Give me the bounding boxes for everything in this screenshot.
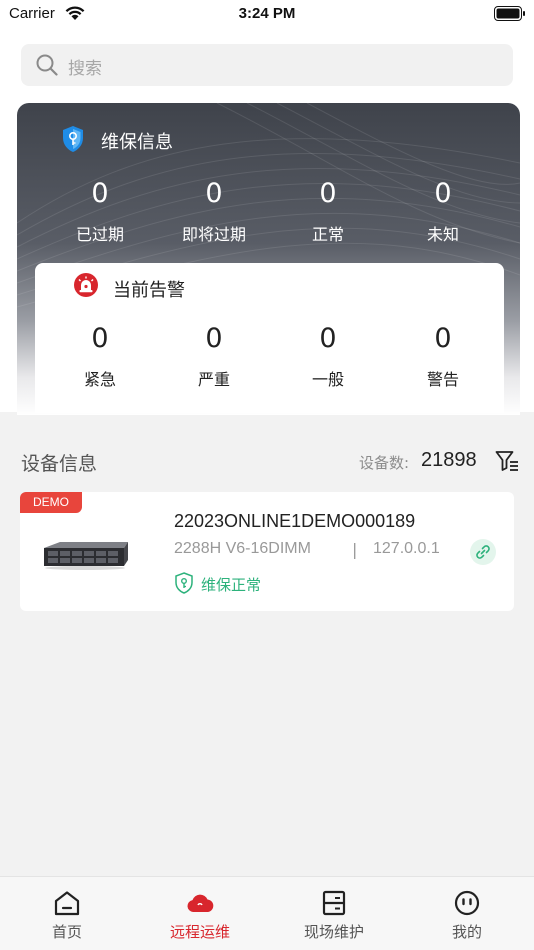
clock: 3:24 PM [238,5,296,22]
stat-label: 即将过期 [181,225,246,244]
nav-onsite[interactable]: 现场维护 [267,877,401,950]
stat-value: 0 [91,178,109,209]
stat-label: 一般 [311,370,344,389]
search-icon [36,54,58,76]
alarm-stat-warning[interactable]: 0 警告 [393,324,493,390]
server-rack-icon [322,890,346,916]
warranty-status: 维保正常 [201,576,262,594]
device-count-value: 21898 [421,449,477,471]
nav-profile[interactable]: 我的 [400,877,534,950]
stat-value: 0 [205,323,223,354]
device-ip: 127.0.0.1 [373,540,440,557]
alarm-card: 当前告警 0 紧急 0 严重 0 一般 0 警告 [35,263,504,413]
alarm-stat-major[interactable]: 0 严重 [164,324,264,390]
device-card[interactable]: DEMO 22023ONLINE1DEMO000189 2288H V6-16D… [20,492,514,611]
device-section-title: 设备信息 [21,453,98,475]
search-bar[interactable]: 搜索 [21,44,513,86]
warranty-stat-expiring[interactable]: 0 即将过期 [164,179,264,245]
bottom-nav: 首页 远程运维 现场维护 我的 [0,876,534,950]
battery-icon [494,6,525,21]
device-name: 22023ONLINE1DEMO000189 [174,511,416,531]
warranty-stat-normal[interactable]: 0 正常 [278,179,378,245]
stat-label: 警告 [426,370,459,389]
alarm-title: 当前告警 [113,280,185,301]
cloud-icon [187,894,214,912]
search-input[interactable]: 搜索 [68,54,102,79]
status-bar: Carrier 3:24 PM [0,0,534,30]
warranty-stat-unknown[interactable]: 0 未知 [393,179,493,245]
shield-check-icon [175,572,193,594]
face-icon [454,890,480,916]
device-separator: | [352,540,358,559]
shield-icon [63,126,83,152]
nav-label: 远程运维 [169,923,230,941]
alarm-siren-icon [74,273,98,297]
device-model: 2288H V6-16DIMM [174,540,311,557]
nav-label: 首页 [51,923,82,941]
nav-home[interactable]: 首页 [0,877,134,950]
link-button[interactable] [470,539,496,565]
nav-remote-ops[interactable]: 远程运维 [133,877,267,950]
stat-label: 紧急 [83,370,116,389]
filter-icon[interactable] [495,450,519,472]
demo-badge: DEMO [20,492,82,513]
link-icon [476,545,490,559]
stat-value: 0 [319,323,337,354]
stat-value: 0 [434,323,452,354]
stat-value: 0 [434,178,452,209]
stat-label: 正常 [311,225,344,244]
device-count-label: 设备数: [359,454,410,472]
stat-value: 0 [205,178,223,209]
stat-value: 0 [319,178,337,209]
server-image [44,542,128,570]
alarm-stat-minor[interactable]: 0 一般 [278,324,378,390]
warranty-stat-expired[interactable]: 0 已过期 [50,179,150,245]
stat-value: 0 [91,323,109,354]
stat-label: 已过期 [75,225,124,244]
nav-label: 现场维护 [303,923,364,941]
stat-label: 未知 [426,225,459,244]
stat-label: 严重 [197,370,230,389]
nav-label: 我的 [451,923,482,941]
warranty-title: 维保信息 [101,132,173,153]
home-icon [54,891,80,916]
alarm-stat-critical[interactable]: 0 紧急 [50,324,150,390]
